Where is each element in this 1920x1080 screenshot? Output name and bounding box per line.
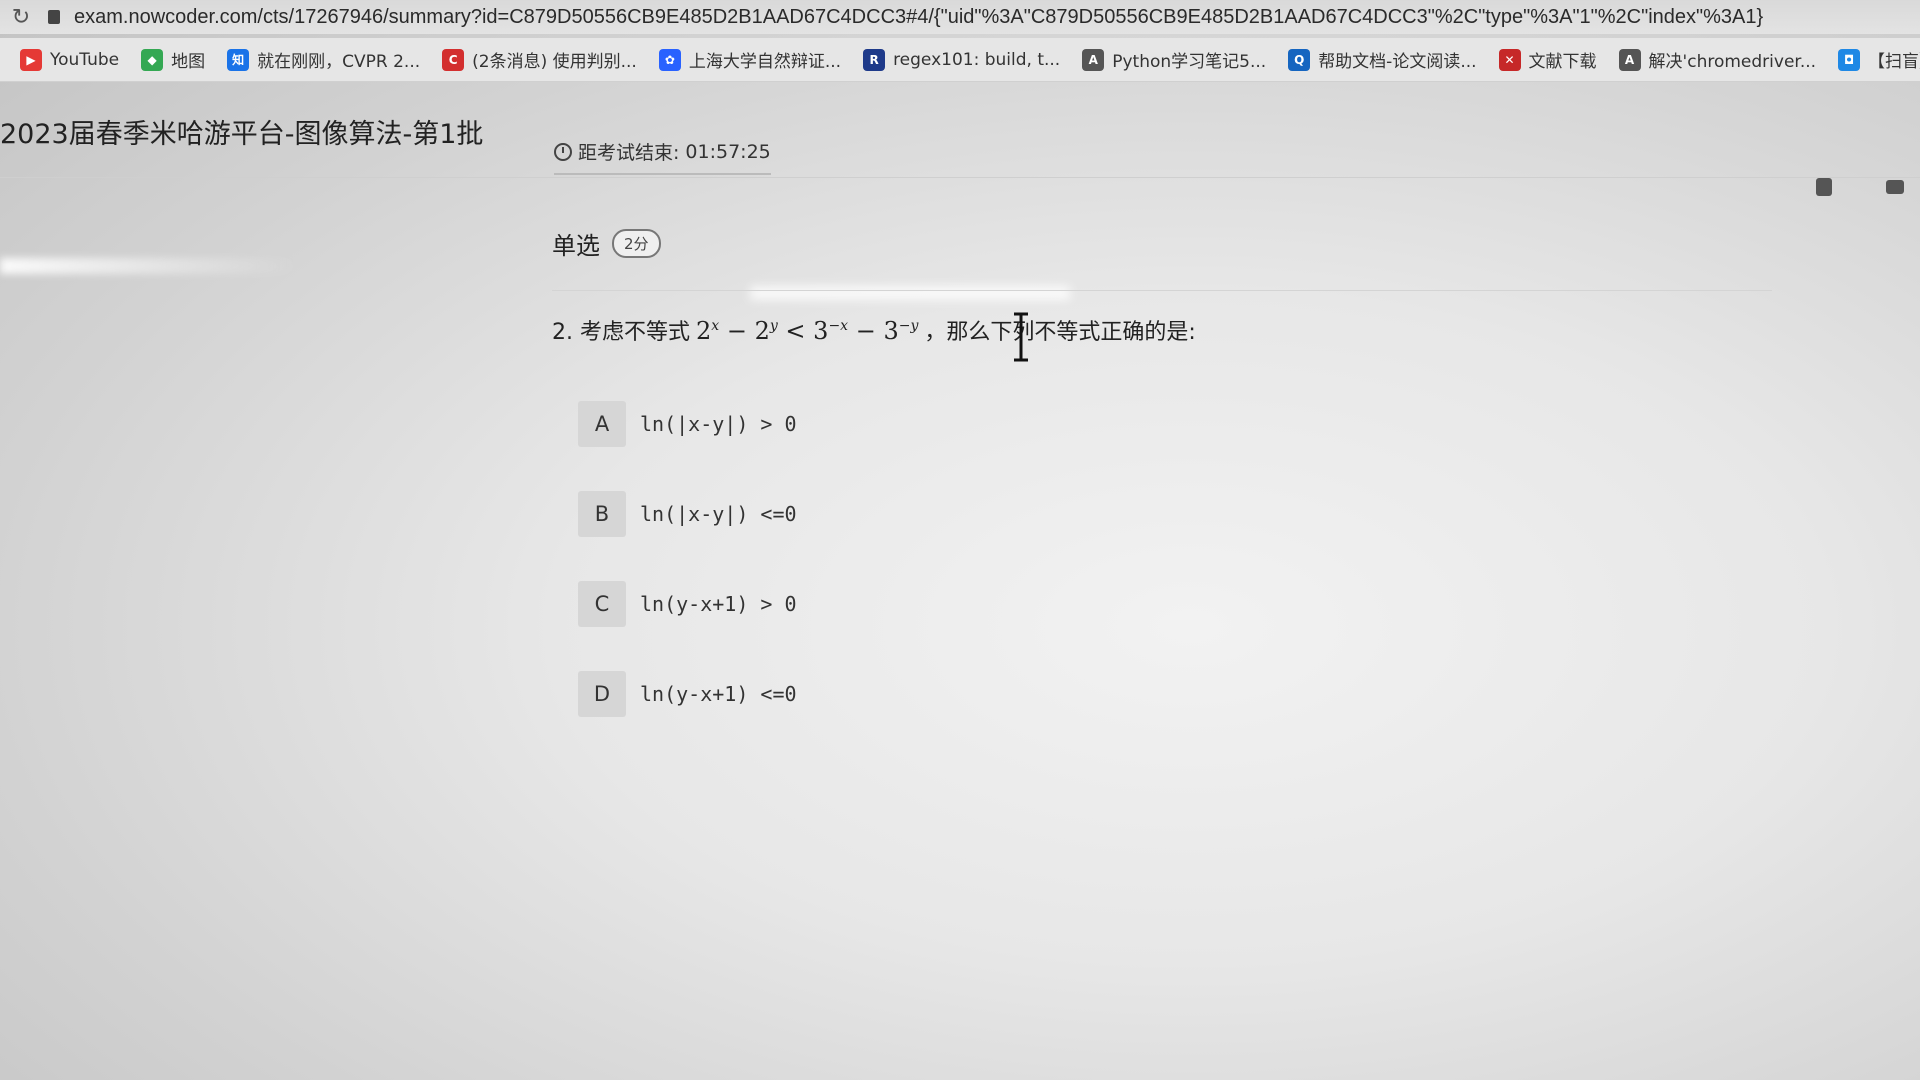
divider — [552, 290, 1772, 291]
bookmark-item[interactable]: ▶ YouTube — [20, 48, 119, 71]
bilibili-icon: ◘ — [1838, 48, 1861, 71]
option-b[interactable]: B ln(|x-y|) <=0 — [578, 490, 797, 538]
formula-exponent: y — [769, 318, 778, 334]
bookmark-item[interactable]: C (2条消息) 使用判别... — [442, 47, 637, 72]
download-icon: ✕ — [1498, 48, 1521, 71]
url-text[interactable]: exam.nowcoder.com/cts/17267946/summary?i… — [74, 6, 1763, 29]
exam-title: 2023届春季米哈游平台-图像算法-第1批 — [0, 119, 484, 150]
bookmark-item[interactable]: Rregex101: build, t... — [863, 48, 1060, 71]
question-type-label: 单选 — [552, 232, 600, 260]
bookmark-label[interactable]: 帮助文档-论文阅读... — [1318, 47, 1476, 72]
formula-operator: − — [855, 317, 876, 345]
page-header: 2023届春季米哈游平台-图像算法-第1批 距考试结束: 01:57:25 — [0, 96, 1920, 196]
clock-icon — [554, 142, 572, 161]
option-key[interactable]: A — [578, 401, 626, 447]
regex-icon: R — [863, 48, 886, 71]
bookmark-item[interactable]: Q 帮助文档-论文阅读... — [1288, 47, 1477, 72]
option-a[interactable]: A ln(|x-y|) > 0 — [578, 400, 797, 448]
question-type: 单选 2分 — [552, 226, 661, 261]
bookmark-label[interactable]: 解决'chromedriver... — [1649, 47, 1817, 72]
formula-exponent: x — [711, 318, 720, 334]
option-d[interactable]: D ln(y-x+1) <=0 — [578, 670, 797, 718]
baidu-icon: ✿ — [658, 48, 681, 71]
formula-term: 3 — [883, 317, 899, 345]
bookmark-label[interactable]: Python学习笔记5... — [1112, 47, 1266, 72]
bookmark-item[interactable]: A 解决'chromedriver... — [1618, 47, 1817, 72]
question-suffix: ，那么下列不等式正确的是: — [924, 320, 1196, 345]
formula-operator: < — [785, 317, 806, 345]
yuque-icon: A — [1618, 48, 1641, 71]
zhihu-icon: 知 — [227, 48, 250, 71]
bookmark-item[interactable]: A Python学习笔记5... — [1082, 47, 1266, 72]
bookmark-item[interactable]: ◘ 【扫盲】Deep — [1838, 47, 1920, 72]
screen-glare-2 — [750, 286, 1070, 300]
score-badge: 2分 — [612, 229, 661, 258]
bookmarks-bar: ▶ YouTube ◆ 地图知就在刚刚，CVPR 2... C (2条消息) 使用判别..… — [0, 38, 1920, 82]
youtube-icon: ▶ — [20, 48, 42, 71]
formula-term: 3 — [813, 317, 829, 345]
address-bar[interactable]: ↻ exam.nowcoder.com/cts/17267946/summary… — [0, 0, 1920, 34]
text-cursor-icon — [1014, 312, 1028, 362]
options-list: A ln(|x-y|) > 0 B ln(|x-y|) <=0 C ln(y-x… — [578, 400, 797, 760]
reload-icon[interactable]: ↻ — [8, 5, 34, 30]
bookmark-label[interactable]: 文献下载 — [1529, 47, 1597, 72]
bookmark-item[interactable]: 知就在刚刚，CVPR 2... — [227, 47, 420, 72]
option-text[interactable]: ln(|x-y|) > 0 — [640, 412, 797, 436]
bookmark-label[interactable]: 【扫盲】Deep — [1868, 47, 1920, 72]
option-key[interactable]: D — [578, 671, 626, 717]
formula-operator: − — [726, 317, 747, 345]
bookmark-label[interactable]: (2条消息) 使用判别... — [472, 47, 637, 72]
option-c[interactable]: C ln(y-x+1) > 0 — [578, 580, 797, 628]
question-stem: 2. 考虑不等式 2x − 2y < 3−x − 3−y ，那么下列不等式正确的… — [552, 314, 1196, 346]
screen-glare — [0, 258, 300, 274]
formula-exponent: −y — [898, 318, 919, 334]
exam-timer: 距考试结束: 01:57:25 — [554, 138, 771, 175]
option-text[interactable]: ln(y-x+1) > 0 — [640, 592, 797, 616]
question-prefix: 2. 考虑不等式 — [552, 320, 690, 345]
bookmark-item[interactable]: ✕ 文献下载 — [1498, 47, 1597, 72]
option-text[interactable]: ln(y-x+1) <=0 — [640, 682, 797, 706]
csdn-icon: C — [442, 48, 465, 71]
phone-icon[interactable] — [1816, 178, 1832, 196]
yuque-icon: A — [1082, 48, 1105, 71]
timer-value: 01:57:25 — [685, 140, 771, 163]
bookmark-label[interactable]: YouTube — [50, 50, 119, 70]
option-text[interactable]: ln(|x-y|) <=0 — [640, 502, 797, 526]
bookmark-item[interactable]: ✿ 上海大学自然辩证... — [658, 47, 841, 72]
formula-term: 2 — [754, 317, 770, 345]
formula-term: 2 — [695, 317, 712, 345]
timer-label: 距考试结束: — [578, 142, 680, 164]
option-key[interactable]: B — [578, 491, 626, 537]
lock-icon[interactable] — [48, 10, 60, 24]
bookmark-label[interactable]: 上海大学自然辩证... — [689, 47, 841, 72]
maps-icon: ◆ — [141, 48, 164, 71]
formula-exponent: −x — [828, 318, 849, 334]
inequality-formula: 2x − 2y < 3−x − 3−y — [696, 317, 918, 345]
option-key[interactable]: C — [578, 581, 626, 627]
bookmark-label[interactable]: 地图 — [171, 47, 205, 72]
bookmark-item[interactable]: ◆ 地图 — [141, 47, 205, 72]
help-doc-icon: Q — [1288, 48, 1311, 71]
bookmark-label[interactable]: regex101: build, t... — [893, 50, 1060, 70]
bookmark-label[interactable]: 就在刚刚，CVPR 2... — [257, 47, 420, 72]
monitor-icon[interactable] — [1886, 180, 1904, 194]
